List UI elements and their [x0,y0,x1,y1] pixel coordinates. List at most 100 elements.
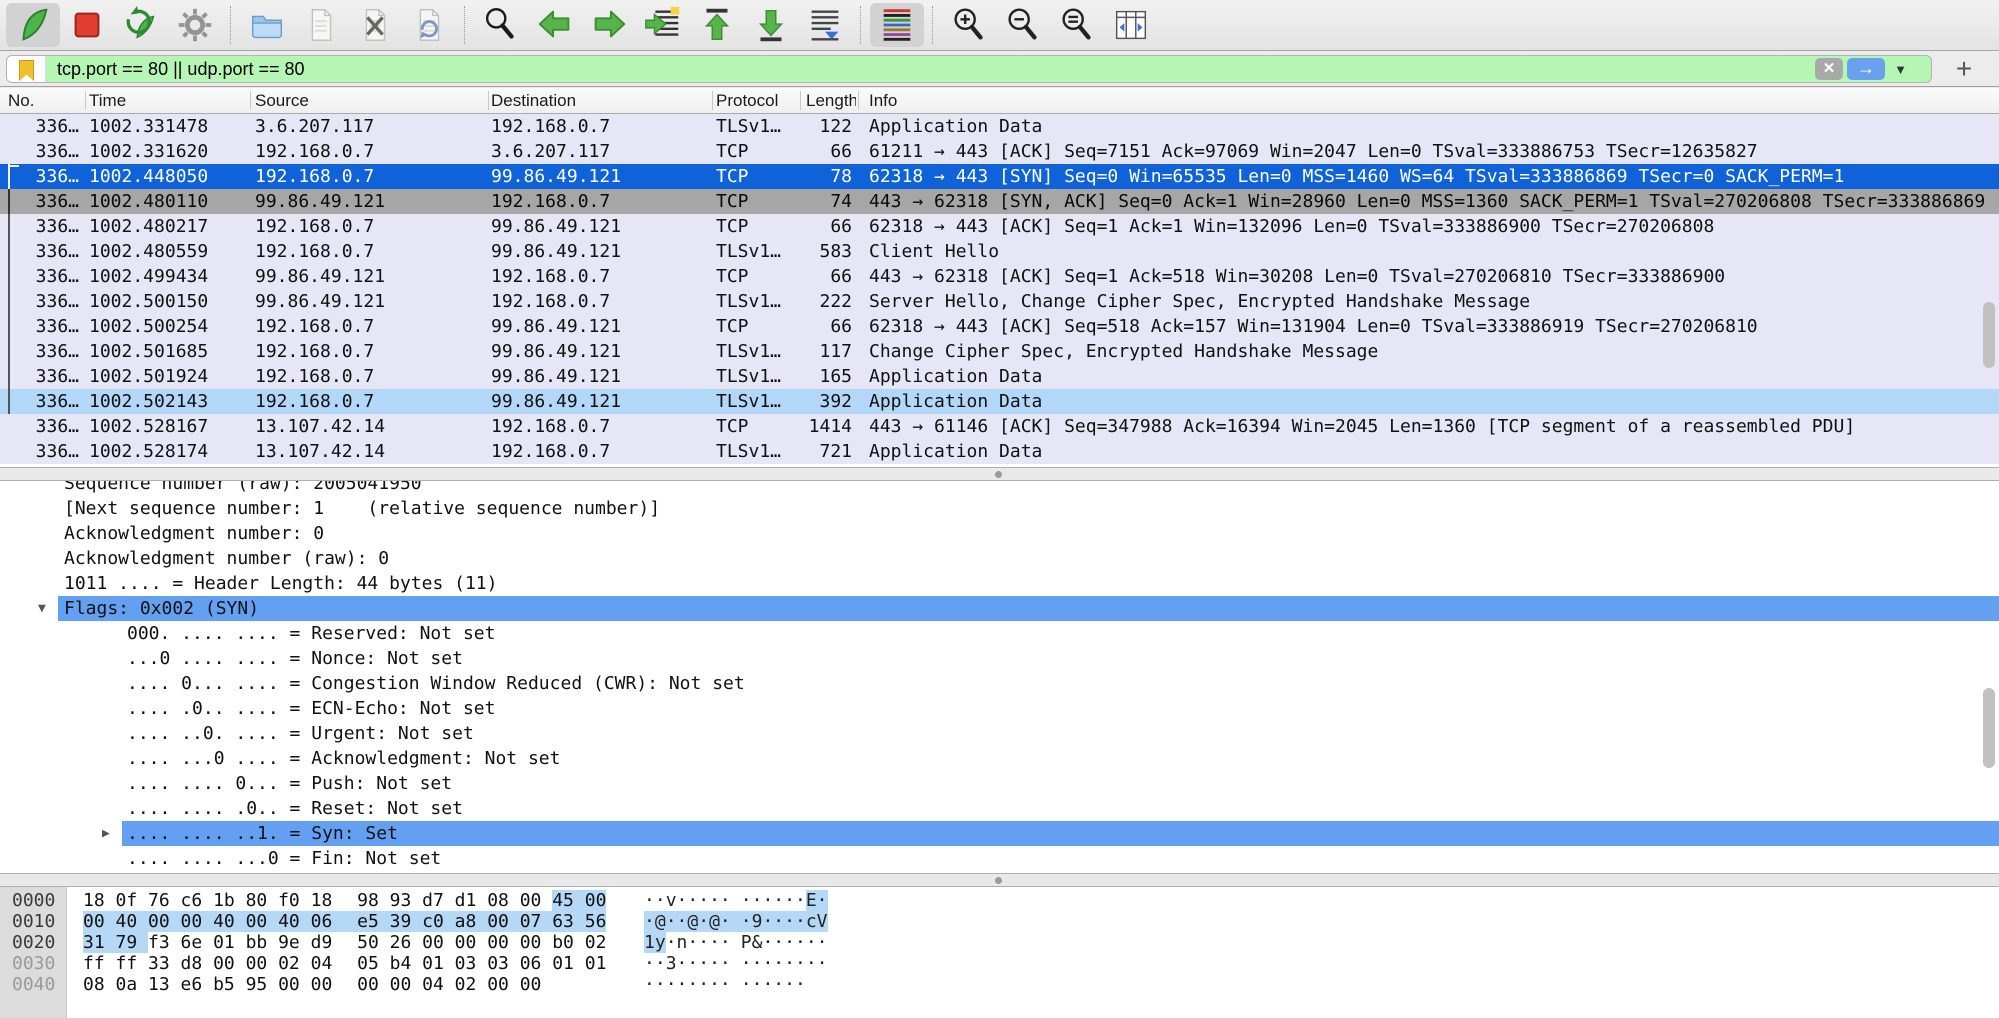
go-to-packet-button[interactable] [636,3,690,47]
detail-line[interactable]: .... .... .0.. = Reset: Not set [0,796,1999,821]
hex-row[interactable]: 0030ff ff 33 d8 00 00 02 04 05 b4 01 03 … [0,953,1999,974]
detail-line[interactable]: ...0 .... .... = Nonce: Not set [0,646,1999,671]
hex-row[interactable]: 002031 79 f3 6e 01 bb 9e d9 50 26 00 00 … [0,932,1999,953]
filter-bookmark-button[interactable] [7,56,46,82]
packet-row[interactable]: 336…1002.52817413.107.42.14192.168.0.7TL… [0,439,1999,464]
ascii-char: · [762,890,773,911]
column-divider[interactable] [85,91,86,110]
hex-row[interactable]: 004008 0a 13 e6 b5 95 00 00 00 00 04 02 … [0,974,1999,995]
zoom-out-button[interactable] [996,3,1050,47]
go-last-button[interactable] [744,3,798,47]
packet-row[interactable]: 336…1002.331620192.168.0.73.6.207.117TCP… [0,139,1999,164]
detail-line[interactable]: 1011 .... = Header Length: 44 bytes (11) [0,571,1999,596]
detail-line[interactable]: .... ..0. .... = Urgent: Not set [0,721,1999,746]
packet-row[interactable]: 336…1002.500254192.168.0.799.86.49.121TC… [0,314,1999,339]
cell-no: 336… [2,139,79,164]
ascii-char: 1 [644,932,655,953]
column-header-info[interactable]: Info [869,88,897,113]
save-file-button[interactable] [294,3,348,47]
detail-line[interactable]: 000. .... .... = Reserved: Not set [0,621,1999,646]
packet-row[interactable]: 336…1002.501685192.168.0.799.86.49.121TL… [0,339,1999,364]
hex-byte: 00 [455,932,488,953]
go-previous-button[interactable] [528,3,582,47]
reload-file-button[interactable] [402,3,456,47]
filter-value[interactable]: tcp.port == 80 || udp.port == 80 [57,56,305,82]
cell-source: 99.86.49.121 [255,189,485,214]
zoom-original-button[interactable] [1050,3,1104,47]
zoom-in-button[interactable] [942,3,996,47]
stop-capture-icon [66,4,108,46]
cell-info: Client Hello [869,239,1997,264]
packet-row[interactable]: 336…1002.480217192.168.0.799.86.49.121TC… [0,214,1999,239]
detail-line[interactable]: ▼Flags: 0x002 (SYN) [0,596,1999,621]
details-scrollbar[interactable] [1983,688,1995,768]
ascii-char: E [806,890,817,911]
column-divider[interactable] [712,91,713,110]
packet-list-scrollbar[interactable] [1983,302,1995,368]
packet-row[interactable]: 336…1002.480559192.168.0.799.86.49.121TL… [0,239,1999,264]
column-divider[interactable] [488,91,489,110]
detail-line[interactable]: .... ...0 .... = Acknowledgment: Not set [0,746,1999,771]
detail-line[interactable]: .... .... ...0 = Fin: Not set [0,846,1999,871]
hex-byte: bb [246,932,279,953]
find-packet-button[interactable] [474,3,528,47]
column-header-time[interactable]: Time [89,88,126,113]
splitter-list-details[interactable] [0,467,1999,481]
open-file-button[interactable] [240,3,294,47]
expand-arrow-icon[interactable]: ▶ [102,821,110,846]
packet-row[interactable]: 336…1002.49943499.86.49.121192.168.0.7TC… [0,264,1999,289]
collapse-arrow-icon[interactable]: ▼ [38,596,46,621]
detail-line[interactable]: .... .... 0... = Push: Not set [0,771,1999,796]
column-header-source[interactable]: Source [255,88,309,113]
packet-row[interactable]: 336…1002.52816713.107.42.14192.168.0.7TC… [0,414,1999,439]
hex-rows: 000018 0f 76 c6 1b 80 f0 18 98 93 d7 d1 … [0,890,1999,995]
close-file-button[interactable] [348,3,402,47]
column-divider[interactable] [858,91,859,110]
filter-add-button[interactable]: + [1942,52,1986,85]
filter-clear-button[interactable]: ✕ [1815,58,1843,80]
hex-row[interactable]: 000018 0f 76 c6 1b 80 f0 18 98 93 d7 d1 … [0,890,1999,911]
restart-capture-button[interactable] [114,3,168,47]
hex-byte: d1 [455,890,488,911]
detail-line[interactable]: [Next sequence number: 1 (relative seque… [0,496,1999,521]
detail-line[interactable]: .... .0.. .... = ECN-Echo: Not set [0,696,1999,721]
column-header-destination[interactable]: Destination [491,88,576,113]
filter-dropdown-button[interactable]: ▼ [1894,56,1907,83]
filter-apply-button[interactable]: → [1847,58,1885,80]
packet-row[interactable]: 336…1002.3314783.6.207.117192.168.0.7TLS… [0,114,1999,139]
detail-line[interactable]: .... 0... .... = Congestion Window Reduc… [0,671,1999,696]
packet-row[interactable]: 336…1002.48011099.86.49.121192.168.0.7TC… [0,189,1999,214]
display-filter-input[interactable]: tcp.port == 80 || udp.port == 80 ✕ → ▼ [6,55,1932,83]
packet-row[interactable]: 336…1002.448050192.168.0.799.86.49.121TC… [0,164,1999,189]
go-first-button[interactable] [690,3,744,47]
auto-scroll-button[interactable] [798,3,852,47]
hex-byte: 06 [520,953,553,974]
start-capture-button[interactable] [6,3,60,47]
ascii-char: · [677,953,688,974]
column-header-length[interactable]: Length [806,88,856,113]
splitter-details-hex[interactable] [0,873,1999,887]
column-header-no[interactable]: No. [8,88,34,113]
column-divider[interactable] [800,91,801,110]
cell-info: 61211 → 443 [ACK] Seq=7151 Ack=97069 Win… [869,139,1997,164]
detail-line[interactable]: Acknowledgment number (raw): 0 [0,546,1999,571]
cell-no: 336… [2,289,79,314]
capture-options-button[interactable] [168,3,222,47]
splitter-handle-icon [995,877,1002,884]
colorize-packets-button[interactable] [870,3,924,47]
cell-no: 336… [2,314,79,339]
column-header-protocol[interactable]: Protocol [716,88,778,113]
stop-capture-button[interactable] [60,3,114,47]
packet-row[interactable]: 336…1002.50015099.86.49.121192.168.0.7TL… [0,289,1999,314]
detail-line[interactable]: Sequence number (raw): 2005041950 [0,481,1999,496]
detail-line[interactable]: ▶.... .... ..1. = Syn: Set [0,821,1999,846]
ascii-char: · [644,974,655,995]
packet-row[interactable]: 336…1002.501924192.168.0.799.86.49.121TL… [0,364,1999,389]
packet-row[interactable]: 336…1002.502143192.168.0.799.86.49.121TL… [0,389,1999,414]
toolbar-separator [464,6,466,44]
hex-row[interactable]: 001000 40 00 00 40 00 40 06 e5 39 c0 a8 … [0,911,1999,932]
resize-columns-button[interactable] [1104,3,1158,47]
go-next-button[interactable] [582,3,636,47]
column-divider[interactable] [250,91,251,110]
detail-line[interactable]: Acknowledgment number: 0 [0,521,1999,546]
